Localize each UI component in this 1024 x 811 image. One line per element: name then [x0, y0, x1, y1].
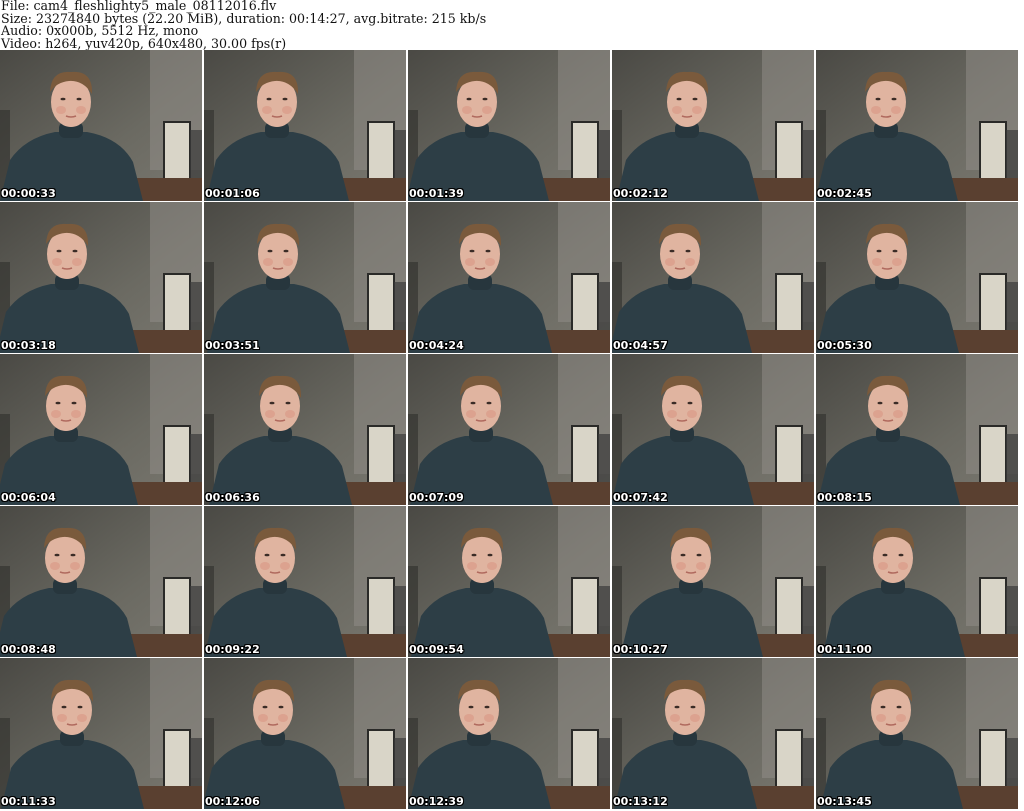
thumbnail-timestamp: 00:03:51: [205, 339, 260, 352]
thumbnail-frame: 00:13:12: [612, 658, 814, 809]
thumbnail-timestamp: 00:04:24: [409, 339, 464, 352]
thumbnail-timestamp: 00:02:12: [613, 187, 668, 200]
webcam-frame-image: [816, 202, 1018, 353]
webcam-frame-image: [0, 50, 202, 201]
webcam-frame-image: [0, 354, 202, 505]
thumbnail-frame: 00:07:42: [612, 354, 814, 505]
thumbnail-frame: 00:06:36: [204, 354, 406, 505]
thumbnail-timestamp: 00:02:45: [817, 187, 872, 200]
webcam-frame-image: [816, 658, 1018, 809]
thumbnail-timestamp: 00:11:33: [1, 795, 56, 808]
thumbnail-timestamp: 00:07:42: [613, 491, 668, 504]
thumbnail-timestamp: 00:13:45: [817, 795, 872, 808]
webcam-frame-image: [612, 506, 814, 657]
webcam-frame-image: [816, 354, 1018, 505]
webcam-frame-image: [612, 202, 814, 353]
thumbnail-grid: 00:00:33 00:01:06 00:01:39 00:02:12 00:02:45…: [0, 50, 1024, 811]
info-header: File: cam4_fleshlighty5_male_08112016.fl…: [1, 0, 1021, 50]
thumbnail-timestamp: 00:12:06: [205, 795, 260, 808]
webcam-frame-image: [816, 50, 1018, 201]
thumbnail-frame: 00:03:51: [204, 202, 406, 353]
thumbnail-timestamp: 00:03:18: [1, 339, 56, 352]
thumbnail-frame: 00:06:04: [0, 354, 202, 505]
webcam-frame-image: [408, 354, 610, 505]
thumbnail-frame: 00:00:33: [0, 50, 202, 201]
webcam-frame-image: [0, 202, 202, 353]
thumbnail-timestamp: 00:08:15: [817, 491, 872, 504]
thumbnail-frame: 00:08:15: [816, 354, 1018, 505]
thumbnail-frame: 00:08:48: [0, 506, 202, 657]
thumbnail-frame: 00:11:33: [0, 658, 202, 809]
thumbnail-frame: 00:03:18: [0, 202, 202, 353]
thumbnail-timestamp: 00:09:54: [409, 643, 464, 656]
webcam-frame-image: [408, 50, 610, 201]
thumbnail-timestamp: 00:08:48: [1, 643, 56, 656]
webcam-frame-image: [204, 202, 406, 353]
webcam-frame-image: [0, 658, 202, 809]
thumbnail-frame: 00:09:22: [204, 506, 406, 657]
thumbnail-frame: 00:12:06: [204, 658, 406, 809]
webcam-frame-image: [612, 50, 814, 201]
thumbnail-frame: 00:13:45: [816, 658, 1018, 809]
webcam-frame-image: [204, 658, 406, 809]
thumbnail-timestamp: 00:09:22: [205, 643, 260, 656]
webcam-frame-image: [408, 658, 610, 809]
thumbnail-timestamp: 00:07:09: [409, 491, 464, 504]
thumbnail-timestamp: 00:12:39: [409, 795, 464, 808]
thumbnail-frame: 00:01:06: [204, 50, 406, 201]
thumbnail-timestamp: 00:06:04: [1, 491, 56, 504]
thumbnail-timestamp: 00:06:36: [205, 491, 260, 504]
thumbnail-frame: 00:02:12: [612, 50, 814, 201]
thumbnail-frame: 00:04:57: [612, 202, 814, 353]
thumbnail-frame: 00:12:39: [408, 658, 610, 809]
webcam-frame-image: [0, 506, 202, 657]
webcam-frame-image: [204, 354, 406, 505]
thumbnail-frame: 00:09:54: [408, 506, 610, 657]
thumbnail-timestamp: 00:01:06: [205, 187, 260, 200]
thumbnail-timestamp: 00:05:30: [817, 339, 872, 352]
thumbnail-timestamp: 00:13:12: [613, 795, 668, 808]
thumbnail-frame: 00:01:39: [408, 50, 610, 201]
webcam-frame-image: [408, 506, 610, 657]
thumbnail-timestamp: 00:10:27: [613, 643, 668, 656]
thumbnail-frame: 00:11:00: [816, 506, 1018, 657]
thumbnail-timestamp: 00:00:33: [1, 187, 56, 200]
thumbnail-frame: 00:05:30: [816, 202, 1018, 353]
webcam-frame-image: [204, 506, 406, 657]
webcam-frame-image: [612, 354, 814, 505]
video-info-line: Video: h264, yuv420p, 640x480, 30.00 fps…: [1, 35, 287, 51]
webcam-frame-image: [816, 506, 1018, 657]
thumbnail-frame: 00:07:09: [408, 354, 610, 505]
thumbnail-timestamp: 00:01:39: [409, 187, 464, 200]
webcam-frame-image: [408, 202, 610, 353]
thumbnail-timestamp: 00:11:00: [817, 643, 872, 656]
webcam-frame-image: [612, 658, 814, 809]
webcam-frame-image: [204, 50, 406, 201]
thumbnail-frame: 00:02:45: [816, 50, 1018, 201]
thumbnail-timestamp: 00:04:57: [613, 339, 668, 352]
thumbnail-frame: 00:04:24: [408, 202, 610, 353]
thumbnail-frame: 00:10:27: [612, 506, 814, 657]
